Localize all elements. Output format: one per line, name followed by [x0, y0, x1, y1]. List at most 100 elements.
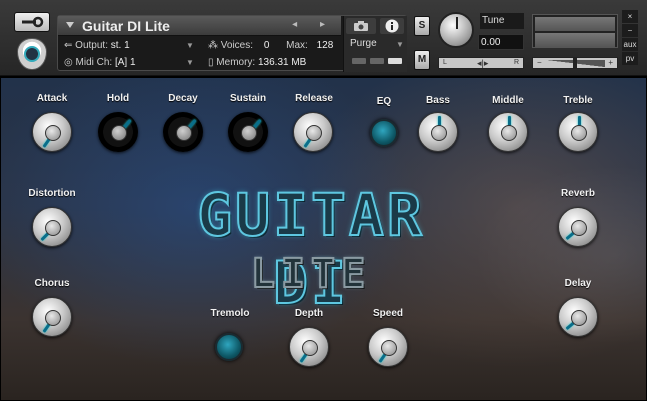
release-hub — [306, 125, 322, 141]
midi-channel-field[interactable]: ◎ Midi Ch: [A] 1 — [64, 57, 136, 68]
sustain-label: Sustain — [229, 93, 267, 104]
max-value[interactable]: 128 — [317, 40, 334, 51]
pan-center-handle[interactable]: ◂|▸ — [477, 58, 488, 69]
distortion-knob[interactable] — [32, 207, 72, 247]
instrument-title-bar[interactable]: Guitar DI Lite ◂ ▸ — [58, 16, 341, 36]
middle-knob[interactable] — [488, 112, 528, 152]
dropdown-arrow-icon: ▼ — [186, 58, 194, 67]
purge-dropdown-icon[interactable]: ▼ — [396, 40, 404, 49]
collapse-triangle-icon[interactable] — [66, 22, 74, 28]
tremolo-label: Tremolo — [210, 308, 250, 319]
treble-hub — [571, 125, 587, 141]
voices-icon: ⁂ — [208, 40, 218, 51]
level-meter — [532, 14, 618, 48]
depth-knob[interactable] — [289, 327, 329, 367]
pan-left-label: L — [443, 59, 447, 66]
hold-label: Hold — [106, 93, 130, 104]
indicator-1 — [352, 58, 366, 64]
memory-field: ▯ Memory: 136.31 MB — [208, 57, 306, 68]
voices-field: ⁂ Voices: 0 Max: 128 — [208, 40, 333, 51]
bass-label: Bass — [426, 95, 450, 106]
purge-button[interactable]: Purge — [350, 38, 377, 49]
aux-button[interactable]: aux — [622, 38, 638, 51]
instrument-header: Guitar DI Lite ◂ ▸ ⇐ Output: st. 1 ▼ ⁂ V… — [0, 0, 647, 76]
close-button[interactable]: × — [622, 10, 638, 23]
wrench-icon — [22, 16, 44, 28]
tune-label: Tune — [480, 13, 524, 29]
wrench-button[interactable] — [14, 12, 50, 32]
reverb-knob[interactable] — [558, 207, 598, 247]
guitar-pick-logo — [17, 38, 47, 70]
pan-slider[interactable]: L ◂|▸ R — [438, 57, 524, 69]
level-meter-left — [535, 17, 615, 31]
minimize-button[interactable]: − — [622, 24, 638, 37]
snapshot-button[interactable] — [346, 18, 376, 34]
treble-knob[interactable] — [558, 112, 598, 152]
midi-icon: ◎ — [64, 57, 73, 68]
pv-button[interactable]: pv — [622, 52, 638, 65]
depth-hub — [302, 340, 318, 356]
distortion-hub — [45, 220, 61, 236]
output-field[interactable]: ⇐ Output: st. 1 — [64, 40, 130, 51]
attack-hub — [45, 125, 61, 141]
output-label: Output: — [75, 40, 108, 51]
speed-knob[interactable] — [368, 327, 408, 367]
release-label: Release — [295, 93, 333, 104]
delay-knob[interactable] — [558, 297, 598, 337]
voices-label: Voices: — [220, 40, 254, 51]
memory-label: Memory: — [216, 57, 256, 68]
max-label: Max: — [286, 40, 308, 51]
output-value: st. 1 — [110, 40, 130, 51]
chorus-hub — [45, 310, 61, 326]
sustain-knob[interactable] — [228, 112, 268, 152]
bass-knob[interactable] — [418, 112, 458, 152]
memory-value: 136.31 MB — [257, 57, 307, 68]
dropdown-arrow-icon: ▼ — [186, 41, 194, 50]
volume-plus-label: + — [608, 58, 613, 67]
volume-minus-label: − — [537, 58, 542, 67]
volume-thumb[interactable] — [573, 58, 577, 68]
instrument-main-panel: Attack Hold Decay Sustain Release EQ Bas… — [0, 77, 647, 401]
treble-label: Treble — [563, 95, 593, 106]
hold-hub — [111, 125, 127, 141]
decay-hub — [176, 125, 192, 141]
delay-hub — [571, 310, 587, 326]
eq-toggle-led[interactable] — [370, 119, 398, 147]
indicator-2 — [370, 58, 384, 64]
decay-label: Decay — [168, 93, 198, 104]
release-knob[interactable] — [293, 112, 333, 152]
midi-label: Midi Ch: — [75, 57, 113, 68]
tremolo-toggle-led[interactable] — [215, 333, 243, 361]
volume-slider[interactable]: − + — [532, 57, 618, 69]
info-button[interactable] — [380, 18, 404, 34]
middle-hub — [501, 125, 517, 141]
info-icon — [385, 19, 399, 33]
memory-icon: ▯ — [208, 57, 214, 68]
midi-dropdown[interactable]: ▼ — [186, 57, 194, 68]
middle-label: Middle — [492, 95, 524, 106]
tune-knob[interactable] — [438, 12, 474, 48]
depth-label: Depth — [294, 308, 324, 319]
speed-label: Speed — [372, 308, 403, 319]
solo-button[interactable]: S — [414, 16, 430, 36]
output-dropdown[interactable]: ▼ — [186, 40, 194, 51]
reverb-hub — [571, 220, 587, 236]
decay-knob[interactable] — [163, 112, 203, 152]
hold-knob[interactable] — [98, 112, 138, 152]
attack-label: Attack — [36, 93, 68, 104]
instrument-nav-arrows[interactable]: ◂ ▸ — [292, 19, 335, 30]
indicator-3 — [388, 58, 402, 64]
attack-knob[interactable] — [32, 112, 72, 152]
instrument-title: Guitar DI Lite — [82, 18, 170, 34]
mute-button[interactable]: M — [414, 50, 430, 70]
sustain-hub — [241, 125, 257, 141]
level-meter-right — [535, 33, 615, 47]
window-buttons: × − aux pv — [622, 10, 638, 66]
tune-value[interactable]: 0.00 — [478, 34, 524, 50]
chorus-knob[interactable] — [32, 297, 72, 337]
chorus-label: Chorus — [34, 278, 70, 289]
output-icon: ⇐ — [64, 40, 73, 51]
pan-right-label: R — [513, 59, 519, 66]
distortion-label: Distortion — [28, 188, 76, 199]
delay-label: Delay — [564, 278, 592, 289]
